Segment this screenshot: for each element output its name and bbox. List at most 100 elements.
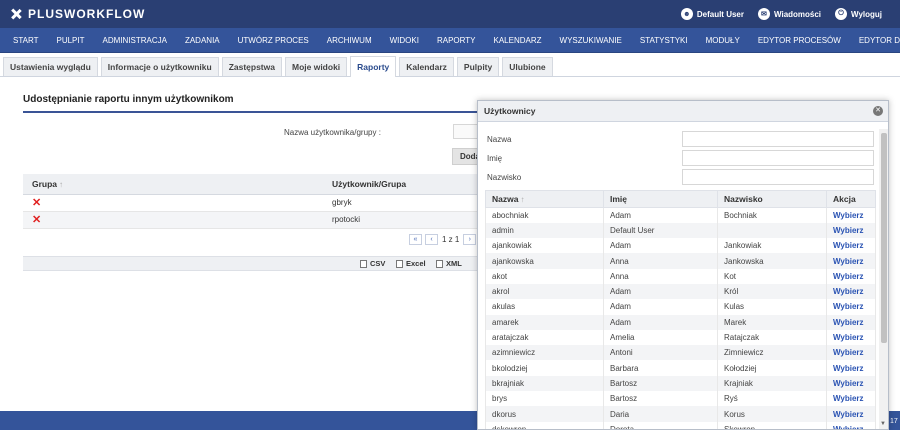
tab-informacje-o-uzytkowniku[interactable]: Informacje o użytkowniku [100, 57, 219, 76]
select-user-link[interactable]: Wybierz [826, 314, 876, 330]
select-user-link[interactable]: Wybierz [826, 299, 876, 315]
nav-wyszukiwanie[interactable]: WYSZUKIWANIE [551, 28, 631, 53]
user-login-cell: akot [485, 268, 604, 284]
select-user-link[interactable]: Wybierz [826, 222, 876, 239]
table-row[interactable]: azimniewicz Antoni Zimniewicz Wybierz [485, 345, 876, 361]
nav-statystyki[interactable]: STATYSTYKI [631, 28, 697, 53]
select-user-link[interactable]: Wybierz [826, 207, 876, 223]
table-row[interactable]: ajankowska Anna Jankowska Wybierz [485, 253, 876, 269]
filter-nazwa-input[interactable] [682, 131, 874, 147]
nav-administracja[interactable]: ADMINISTRACJA [94, 28, 176, 53]
tab-moje-widoki[interactable]: Moje widoki [284, 57, 348, 76]
table-row[interactable]: akrol Adam Król Wybierz [485, 283, 876, 300]
select-user-link[interactable]: Wybierz [826, 268, 876, 284]
nav-widoki[interactable]: WIDOKI [381, 28, 428, 53]
table-row[interactable]: abochniak Adam Bochniak Wybierz [485, 207, 876, 223]
tab-ulubione[interactable]: Ulubione [502, 57, 553, 76]
user-firstname-cell: Bartosz [603, 391, 718, 407]
close-icon[interactable]: ✕ [873, 106, 883, 116]
group-cell: ✕ [23, 194, 323, 212]
tab-kalendarz[interactable]: Kalendarz [399, 57, 454, 76]
export-xml-button[interactable]: XML [436, 259, 462, 268]
user-login-cell: azimniewicz [485, 345, 604, 361]
nav-kalendarz[interactable]: KALENDARZ [485, 28, 551, 53]
user-login-cell: akrol [485, 283, 604, 300]
table-row: ✕ rpotocki [23, 211, 483, 229]
filter-nazwisko-input[interactable] [682, 169, 874, 185]
tab-zastepstwa[interactable]: Zastępstwa [221, 57, 282, 76]
column-header-imie[interactable]: Imię [603, 190, 718, 208]
filter-imie-input[interactable] [682, 150, 874, 166]
table-row[interactable]: admin Default User Wybierz [485, 222, 876, 239]
table-row[interactable]: akulas Adam Kulas Wybierz [485, 299, 876, 315]
table-row[interactable]: brys Bartosz Ryś Wybierz [485, 391, 876, 407]
nav-start[interactable]: START [4, 28, 47, 53]
select-user-link[interactable]: Wybierz [826, 406, 876, 422]
nav-pulpit[interactable]: PULPIT [47, 28, 93, 53]
select-user-link[interactable]: Wybierz [826, 329, 876, 346]
table-row[interactable]: ajankowiak Adam Jankowiak Wybierz [485, 238, 876, 254]
nav-moduly[interactable]: MODUŁY [697, 28, 749, 53]
dialog-header: Użytkownicy ✕ [478, 101, 888, 122]
corner-number: 17 [890, 418, 898, 425]
nav-zadania[interactable]: ZADANIA [176, 28, 229, 53]
table-row[interactable]: dskowron Dorota Skowron Wybierz [485, 421, 876, 429]
user-login-cell: amarek [485, 314, 604, 330]
user-login-cell: ajankowska [485, 253, 604, 269]
delete-icon[interactable]: ✕ [32, 214, 41, 226]
first-page-icon[interactable]: « [409, 234, 422, 245]
filter-imie-label: Imię [487, 154, 503, 163]
user-lastname-cell: Jankowska [717, 253, 827, 269]
column-header-grupa[interactable]: Grupa ↑ [23, 174, 323, 195]
dialog-title: Użytkownicy [484, 106, 536, 116]
select-user-link[interactable]: Wybierz [826, 283, 876, 300]
filter-nazwisko-label: Nazwisko [487, 173, 522, 182]
nav-utworz-proces[interactable]: UTWÓRZ PROCES [229, 28, 318, 53]
select-user-link[interactable]: Wybierz [826, 391, 876, 407]
column-header-akcja: Akcja [826, 190, 876, 208]
nav-edytor-danych[interactable]: EDYTOR DANYCH [850, 28, 900, 53]
nav-edytor-procesow[interactable]: EDYTOR PROCESÓW [749, 28, 850, 53]
table-row[interactable]: bkrajniak Bartosz Krajniak Wybierz [485, 375, 876, 392]
delete-icon[interactable]: ✕ [32, 197, 41, 209]
tab-raporty[interactable]: Raporty [350, 56, 397, 77]
dialog-scrollbar[interactable]: ▼ [879, 129, 888, 429]
column-header-nazwisko[interactable]: Nazwisko [717, 190, 827, 208]
tab-pulpity[interactable]: Pulpity [456, 57, 500, 76]
nav-raporty[interactable]: RAPORTY [428, 28, 485, 53]
logo-x-icon [10, 8, 22, 20]
table-row[interactable]: dkorus Daria Korus Wybierz [485, 406, 876, 422]
user-lastname-cell: Krajniak [717, 375, 827, 392]
user-lastname-cell: Kulas [717, 299, 827, 315]
select-user-link[interactable]: Wybierz [826, 421, 876, 429]
logout-button[interactable]: ⏻ Wyloguj [835, 8, 882, 20]
select-user-link[interactable]: Wybierz [826, 360, 876, 376]
tab-ustawienia-wygladu[interactable]: Ustawienia wyglądu [3, 57, 98, 76]
table-row[interactable]: aratajczak Amelia Ratajczak Wybierz [485, 329, 876, 346]
user-menu-button[interactable]: ☻ Default User [680, 8, 744, 20]
select-user-link[interactable]: Wybierz [826, 253, 876, 269]
table-row[interactable]: akot Anna Kot Wybierz [485, 268, 876, 284]
export-excel-button[interactable]: Excel [396, 259, 426, 268]
scroll-down-icon[interactable]: ▼ [880, 421, 886, 427]
user-lastname-cell: Ryś [717, 391, 827, 407]
select-user-link[interactable]: Wybierz [826, 238, 876, 254]
column-header-nazwa[interactable]: Nazwa ↑ [485, 190, 604, 208]
export-csv-button[interactable]: CSV [360, 259, 385, 268]
column-header-uzytkownik-grupa[interactable]: Użytkownik/Grupa [323, 174, 483, 195]
user-lastname-cell: Król [717, 283, 827, 300]
prev-page-icon[interactable]: ‹ [425, 234, 438, 245]
select-user-link[interactable]: Wybierz [826, 345, 876, 361]
table-row[interactable]: amarek Adam Marek Wybierz [485, 314, 876, 330]
section-divider [23, 111, 483, 113]
scrollbar-thumb[interactable] [881, 133, 887, 343]
messages-button[interactable]: ✉ Wiadomości [757, 8, 822, 20]
pager: « ‹ 1 z 1 › [409, 234, 479, 245]
messages-label: Wiadomości [773, 9, 822, 19]
app-logo[interactable]: PLUSWORKFLOW [10, 7, 145, 21]
table-row[interactable]: bkolodziej Barbara Kołodziej Wybierz [485, 360, 876, 376]
users-table: Nazwa ↑ Imię Nazwisko Akcja abochniak Adam… [485, 190, 876, 429]
next-page-icon[interactable]: › [463, 234, 477, 245]
nav-archiwum[interactable]: ARCHIWUM [318, 28, 381, 53]
select-user-link[interactable]: Wybierz [826, 375, 876, 392]
